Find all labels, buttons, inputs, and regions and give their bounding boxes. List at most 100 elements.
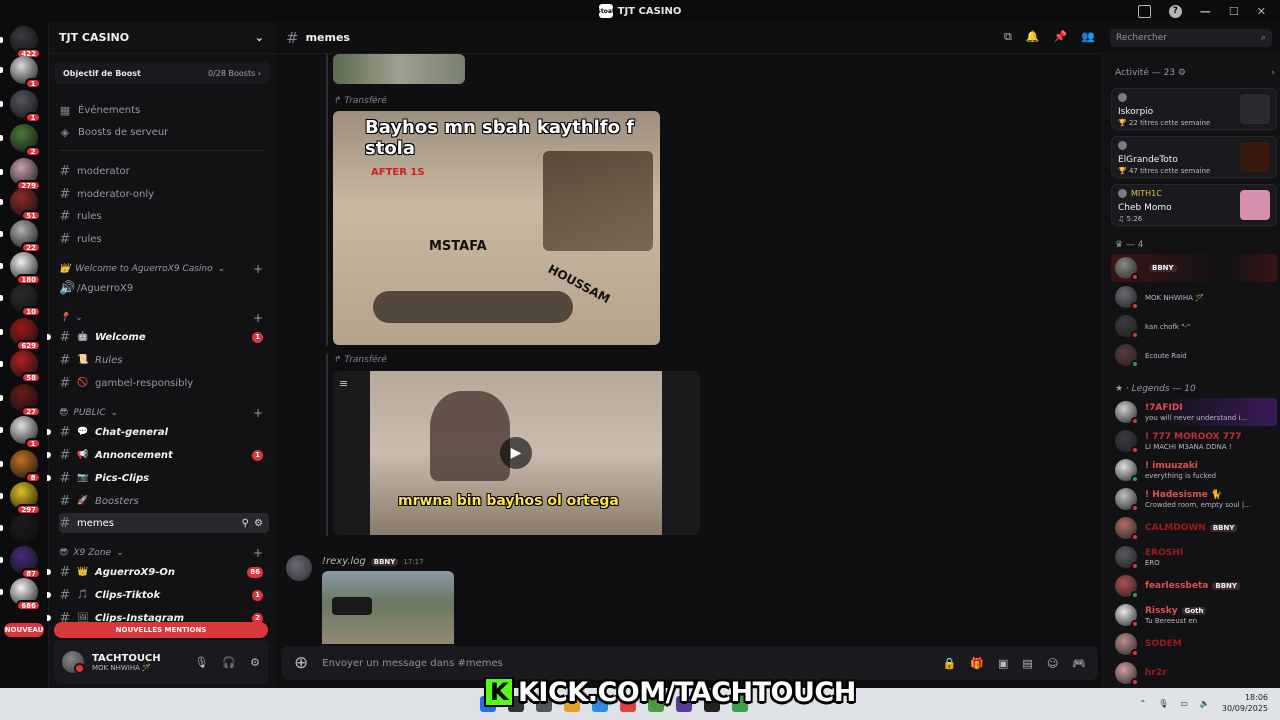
notification-bell-icon[interactable]: 🔔: [1026, 30, 1040, 44]
emoji-icon[interactable]: ☺: [1047, 657, 1058, 670]
add-attachment-button[interactable]: ⊕: [294, 653, 308, 673]
channel-clips-tiktok[interactable]: # 🎵 Clips-Tiktok 1: [47, 585, 269, 605]
channel-boosters[interactable]: # 🚀 Boosters: [59, 491, 269, 511]
server-icon-14[interactable]: 297: [0, 482, 41, 515]
server-icon-5[interactable]: 51: [0, 188, 41, 221]
server-icon-10[interactable]: 58: [0, 350, 41, 383]
image-attachment[interactable]: [333, 54, 465, 84]
server-icon-9[interactable]: 629: [0, 318, 41, 351]
add-channel-button[interactable]: +: [253, 262, 263, 276]
member-row[interactable]: MOK NHWIHA 🪄: [1111, 283, 1277, 311]
video-attachment[interactable]: ≡ mrwna bin bayhos ol ortega ▶: [333, 371, 700, 535]
category-x9-zone[interactable]: 😎 X9 Zone ⌄ +: [59, 545, 269, 561]
channel-annoncement[interactable]: # 📢 Annoncement 1: [47, 445, 269, 465]
server-header[interactable]: TJT CASINO ⌄: [49, 22, 274, 54]
add-channel-button[interactable]: +: [253, 546, 263, 560]
channel-rules[interactable]: # rules: [59, 206, 269, 226]
member-row[interactable]: fearlessbeta BBNY: [1111, 572, 1277, 600]
close-button[interactable]: ✕: [1257, 5, 1266, 18]
channel-settings-icon[interactable]: ⚙: [254, 518, 263, 529]
video-options-icon[interactable]: ≡: [339, 377, 348, 390]
server-icon-7[interactable]: 180: [0, 252, 41, 285]
invite-icon[interactable]: ⚲: [242, 518, 249, 529]
gif-icon[interactable]: ▣: [998, 657, 1008, 670]
category-public[interactable]: 😎 PUBLIC ⌄ +: [59, 405, 269, 421]
network-icon[interactable]: ▭: [1180, 699, 1188, 708]
chevron-up-icon[interactable]: ⌃: [1140, 699, 1147, 708]
add-channel-button[interactable]: +: [253, 406, 263, 420]
apps-icon[interactable]: 🎮: [1072, 657, 1086, 670]
new-unreads-pill[interactable]: NOUVEAU: [4, 623, 44, 637]
server-icon-1[interactable]: 1: [0, 56, 41, 89]
activity-card[interactable]: ElGrandeToto 🏆 47 titres cette semaine: [1111, 136, 1277, 178]
gift-icon[interactable]: 🎁: [970, 657, 984, 670]
help-icon[interactable]: ?: [1168, 4, 1182, 18]
member-list-icon[interactable]: 👥: [1081, 30, 1095, 44]
nav-server-boosts[interactable]: ◈ Boosts de serveur: [59, 122, 269, 142]
server-icon-2[interactable]: 1: [0, 90, 41, 123]
server-icon-13[interactable]: 8: [0, 450, 41, 483]
server-icon-16[interactable]: 87: [0, 546, 41, 579]
pin-icon[interactable]: 📌: [1054, 30, 1068, 44]
inbox-icon[interactable]: [1137, 4, 1151, 18]
member-row[interactable]: CALMDOWN BBNY: [1111, 514, 1277, 542]
server-icon-17[interactable]: 686: [0, 578, 41, 611]
category-pin[interactable]: 📍 ⌄ +: [59, 310, 269, 326]
server-icon-6[interactable]: 22: [0, 220, 41, 253]
channel-rules-3[interactable]: # 📜 Rules: [59, 350, 269, 370]
server-icon-15[interactable]: [0, 514, 38, 542]
channel-chat-general[interactable]: # 💬 Chat-general: [47, 422, 269, 442]
avatar[interactable]: [62, 651, 85, 674]
avatar[interactable]: [286, 555, 312, 581]
channel-moderator-only[interactable]: # moderator-only: [59, 184, 269, 204]
member-row[interactable]: BBNY: [1111, 254, 1277, 282]
category-welcome[interactable]: 👑 Welcome to AguerroX9 Casino ⌄ +: [59, 261, 269, 277]
member-row[interactable]: ! Hadesisme 🐈 Crowded room, empty soul |.…: [1111, 485, 1277, 513]
microphone-icon[interactable]: 🎙: [194, 656, 208, 669]
volume-icon[interactable]: 🔈: [1200, 699, 1210, 708]
message-input[interactable]: Envoyer un message dans #memes: [322, 658, 503, 669]
channel-pics-clips[interactable]: # 📷 Pics-Clips: [47, 468, 269, 488]
threads-icon[interactable]: ⧉: [1004, 30, 1012, 44]
server-icon-0[interactable]: 422: [0, 26, 41, 59]
add-channel-button[interactable]: +: [253, 311, 263, 325]
boost-goal[interactable]: Objectif de Boost 0/28 Boosts ›: [55, 62, 269, 84]
server-icon-3[interactable]: 2: [0, 124, 41, 157]
channel-welcome[interactable]: # 🤖 Welcome 1: [47, 327, 269, 347]
voice-channel-aguerrox9[interactable]: 🔊/AguerroX9: [59, 278, 269, 298]
server-icon-4[interactable]: 279: [0, 158, 41, 191]
member-row[interactable]: EROSHI ERO: [1111, 543, 1277, 571]
activity-card[interactable]: Iskorpio 🏆 22 titres cette semaine: [1111, 88, 1277, 130]
message-author[interactable]: !rexy.log BBNY 17:17: [322, 556, 424, 567]
microphone-icon[interactable]: 🎙: [1158, 699, 1168, 708]
channel-memes[interactable]: # memes ⚙ ⚲: [59, 513, 269, 533]
clock[interactable]: 18:06 30/09/2025: [1222, 692, 1268, 714]
member-row[interactable]: SODEM: [1111, 630, 1277, 658]
activity-card[interactable]: MITH1C Cheb Momo ♫ 5:26: [1111, 184, 1277, 226]
sticker-icon[interactable]: ▤: [1022, 657, 1032, 670]
member-row[interactable]: ! 777 MOROOX 777 LI MACHI M3ANA DDNA !: [1111, 427, 1277, 455]
maximize-button[interactable]: ☐: [1229, 5, 1239, 18]
headphones-icon[interactable]: 🎧: [222, 656, 236, 669]
settings-gear-icon[interactable]: ⚙: [250, 656, 260, 669]
member-row[interactable]: kan chofk "-": [1111, 312, 1277, 340]
lock-icon[interactable]: 🔒: [943, 657, 957, 670]
nav-events[interactable]: ▦ Événements: [59, 100, 269, 120]
minimize-button[interactable]: —: [1200, 5, 1211, 18]
member-row[interactable]: hr2r: [1111, 659, 1277, 687]
member-row[interactable]: Rissky Goth Tu Bereeust en: [1111, 601, 1277, 629]
member-row[interactable]: !7AFIDI you will never understand i...: [1111, 398, 1277, 426]
server-icon-11[interactable]: 27: [0, 384, 41, 417]
member-row[interactable]: Écoute Raid: [1111, 341, 1277, 369]
meme-image-1[interactable]: Bayhos mn sbah kaythlfo f stola AFTER 1S…: [333, 111, 660, 345]
new-mentions-banner[interactable]: NOUVELLES MENTIONS: [54, 622, 268, 638]
server-icon-12[interactable]: 1: [0, 416, 41, 449]
play-button[interactable]: ▶: [500, 437, 532, 469]
image-attachment[interactable]: [322, 571, 454, 644]
channel-aguerrox9-on[interactable]: # 👑 AguerroX9-On 86: [47, 562, 269, 582]
chevron-right-icon[interactable]: ›: [1271, 68, 1275, 78]
channel-gambel-responsibly[interactable]: # 🚫 gambel-responsibly: [59, 373, 269, 393]
server-icon-8[interactable]: 10: [0, 284, 41, 317]
member-row[interactable]: ! imuuzaki everything is fucked: [1111, 456, 1277, 484]
search-input[interactable]: Rechercher ⌕: [1110, 29, 1272, 47]
